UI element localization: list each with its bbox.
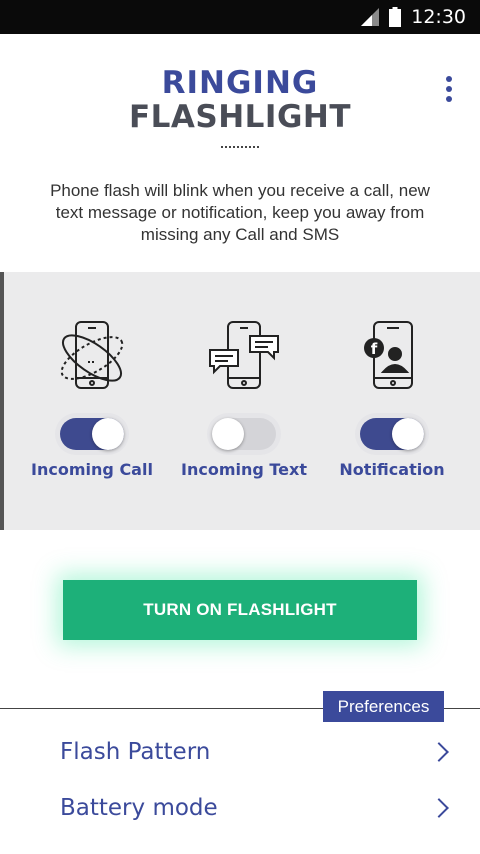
status-bar: 12:30	[0, 0, 480, 34]
title-divider	[221, 146, 259, 150]
battery-mode-label: Battery mode	[60, 795, 218, 821]
flash-pattern-label: Flash Pattern	[60, 739, 211, 765]
alert-options-panel: Incoming Call Incoming Text f Notificati…	[0, 272, 480, 530]
overflow-menu-button[interactable]	[436, 74, 462, 104]
app-title: RINGING FLASHLIGHT	[0, 66, 480, 134]
title-line-1: RINGING	[161, 65, 319, 101]
notification-toggle[interactable]	[360, 418, 424, 450]
chevron-right-icon	[429, 742, 449, 762]
more-vert-icon-dot	[446, 86, 452, 92]
incoming-text-label: Incoming Text	[181, 460, 307, 479]
option-incoming-text: Incoming Text	[169, 272, 319, 530]
toggle-knob	[92, 418, 124, 450]
option-notification: f Notification	[317, 272, 467, 530]
toggle-knob	[212, 418, 244, 450]
incoming-text-toggle[interactable]	[212, 418, 276, 450]
title-line-2: FLASHLIGHT	[128, 99, 351, 135]
more-vert-icon	[446, 76, 452, 82]
phone-ringing-icon	[60, 321, 124, 389]
signal-icon	[361, 8, 380, 26]
incoming-call-toggle[interactable]	[60, 418, 124, 450]
incoming-call-label: Incoming Call	[31, 460, 153, 479]
phone-notification-icon: f	[364, 321, 413, 389]
chevron-right-icon	[429, 798, 449, 818]
more-vert-icon-dot	[446, 96, 452, 102]
svg-text:f: f	[371, 340, 378, 358]
option-incoming-call: Incoming Call	[17, 272, 167, 530]
preferences-badge: Preferences	[323, 691, 444, 722]
notification-label: Notification	[339, 460, 445, 479]
toggle-knob	[392, 418, 424, 450]
turn-on-flashlight-button[interactable]: TURN ON FLASHLIGHT	[63, 580, 417, 640]
app-description: Phone flash will blink when you receive …	[50, 181, 430, 244]
flash-pattern-row[interactable]: Flash Pattern	[0, 724, 480, 780]
battery-icon	[389, 7, 402, 27]
phone-messages-icon	[209, 321, 279, 389]
app-screen: 12:30 RINGING FLASHLIGHT Phone flash wil…	[0, 0, 480, 854]
battery-mode-row[interactable]: Battery mode	[0, 780, 480, 836]
status-time: 12:30	[411, 6, 466, 28]
